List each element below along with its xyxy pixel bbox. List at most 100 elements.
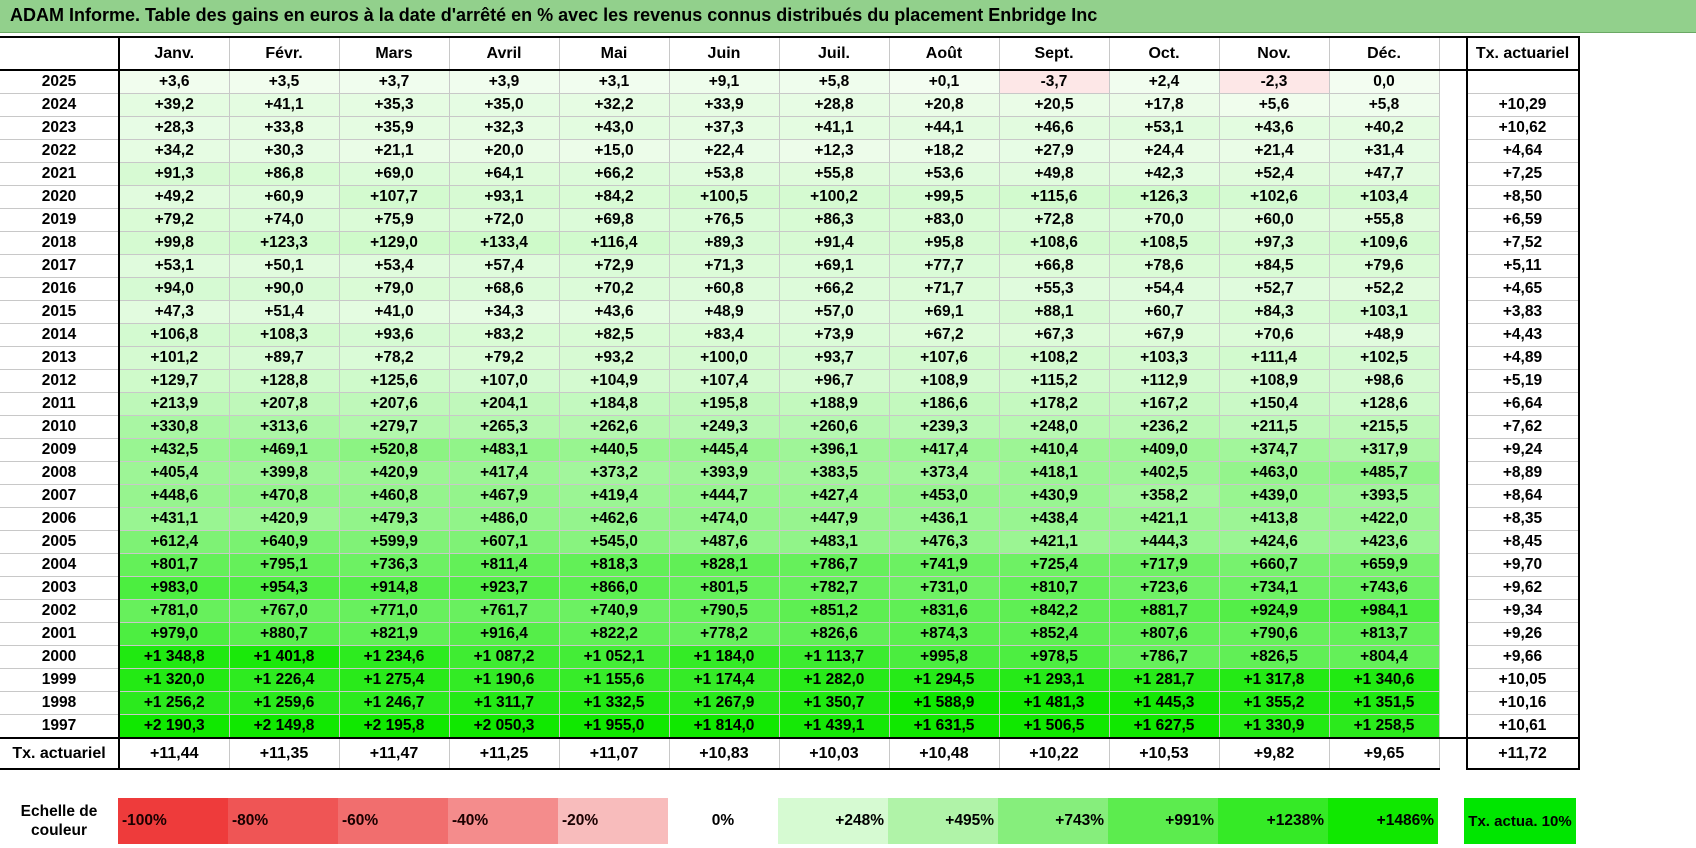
color-scale-swatch: +495% [888,798,998,844]
month-header: Déc. [1328,36,1440,71]
table-row: 2018 +99,8 +123,3 +129,0 +133,4 +116,4 +89,3 +9… [0,231,1580,255]
gain-cell: +1 113,7 [778,645,890,669]
gain-cell: +66,2 [778,277,890,301]
gain-cell: +93,7 [778,346,890,370]
gain-cell: +786,7 [1108,645,1220,669]
table-row: 2012 +129,7 +128,8 +125,6 +107,0 +104,9 +107,4… [0,369,1580,393]
gain-cell: +1 281,7 [1108,668,1220,692]
gain-cell: +736,3 [338,553,450,577]
table-row: 2009 +432,5 +469,1 +520,8 +483,1 +440,5 +445,4… [0,438,1580,462]
gain-cell: +43,6 [558,300,670,324]
color-scale-swatch: -20% [558,798,668,844]
year-label: 2011 [0,392,120,416]
gain-cell: +28,8 [778,93,890,117]
report-title: ADAM Informe. Table des gains en euros à… [10,5,1098,25]
tx-actuariel-value: +7,52 [1465,231,1580,255]
gain-cell: +108,5 [1108,231,1220,255]
gain-cell: +69,0 [338,162,450,186]
tx-actuariel-value: +7,62 [1465,415,1580,439]
gain-cell: +184,8 [558,392,670,416]
gain-cell: +279,7 [338,415,450,439]
gain-cell: +1 348,8 [118,645,230,669]
year-label: 2007 [0,484,120,508]
gain-cell: +393,5 [1328,484,1440,508]
spacer [1439,507,1467,531]
gain-cell: +100,0 [668,346,780,370]
color-scale-label: Echelle de couleur [20,803,98,839]
spacer [1439,277,1467,301]
gain-cell: +64,1 [448,162,560,186]
gain-cell: +128,8 [228,369,340,393]
gain-cell: +1 481,3 [998,691,1110,715]
gain-cell: +487,6 [668,530,780,554]
table-row: 2014 +106,8 +108,3 +93,6 +83,2 +82,5 +83,4 +73,… [0,323,1580,347]
color-scale-row: Echelle de couleur -100% -80% -60% -40% -20% 0… [0,798,1576,844]
table-row: 2025 +3,6 +3,5 +3,7 +3,9 +3,1 +9,1 +5,8 +0,1 -3,7… [0,69,1580,94]
gain-cell: +1 275,4 [338,668,450,692]
gain-cell: +828,1 [668,553,780,577]
gain-cell: +47,3 [118,300,230,324]
spacer [1439,70,1467,94]
tx-actuariel-month: +11,35 [228,737,340,770]
gain-cell: +20,5 [998,93,1110,117]
gain-cell: +1 445,3 [1108,691,1220,715]
year-label: 2013 [0,346,120,370]
gain-cell: +49,2 [118,185,230,209]
gain-cell: +60,9 [228,185,340,209]
gain-cell: +207,6 [338,392,450,416]
gain-cell: +1 439,1 [778,714,890,739]
gain-cell: +41,1 [228,93,340,117]
tx-actuariel-month: +10,48 [888,737,1000,770]
gain-cell: +43,0 [558,116,670,140]
gain-cell: +101,2 [118,346,230,370]
gain-cell: +447,9 [778,507,890,531]
tx-actuariel-value: +9,24 [1465,438,1580,462]
gain-cell: +740,9 [558,599,670,623]
table-row: 2004 +801,7 +795,1 +736,3 +811,4 +818,3 +828,1… [0,553,1580,577]
gain-cell: +995,8 [888,645,1000,669]
gain-cell: +73,9 [778,323,890,347]
table-row: 2000 +1 348,8 +1 401,8 +1 234,6 +1 087,2 +1 0… [0,645,1580,669]
tx-actuariel-value: +3,83 [1465,300,1580,324]
gain-cell: +18,2 [888,139,1000,163]
gain-cell: +444,3 [1108,530,1220,554]
gain-cell: 0,0 [1328,69,1440,94]
month-header: Oct. [1108,36,1220,71]
month-header: Nov. [1218,36,1330,71]
gain-cell: +125,6 [338,369,450,393]
spacer [1439,714,1467,739]
gain-cell: +53,6 [888,162,1000,186]
gain-cell: +20,0 [448,139,560,163]
gain-cell: +41,1 [778,116,890,140]
gain-cell: +70,0 [1108,208,1220,232]
gain-cell: +102,5 [1328,346,1440,370]
tx-actuariel-month: +11,25 [448,737,560,770]
gain-cell: +1 190,6 [448,668,560,692]
gain-cell: +470,8 [228,484,340,508]
gain-cell: +2,4 [1108,69,1220,94]
tx-actuariel-value [1465,69,1580,94]
gain-cell: +826,5 [1218,645,1330,669]
gain-cell: +51,4 [228,300,340,324]
gain-cell: +70,2 [558,277,670,301]
gain-cell: +436,1 [888,507,1000,531]
tx-actuariel-value: +6,64 [1465,392,1580,416]
gain-cell: +463,0 [1218,461,1330,485]
gain-cell: +438,4 [998,507,1110,531]
gain-cell: +1 340,6 [1328,668,1440,692]
spacer [1439,576,1467,600]
gain-cell: +107,0 [448,369,560,393]
gain-cell: +419,4 [558,484,670,508]
year-label: 2005 [0,530,120,554]
gain-cell: +83,0 [888,208,1000,232]
gain-cell: +72,9 [558,254,670,278]
year-label: 1999 [0,668,120,692]
tx-actuariel-month: +11,47 [338,737,450,770]
gain-cell: +67,2 [888,323,1000,347]
gain-cell: +70,6 [1218,323,1330,347]
gain-cell: +27,9 [998,139,1110,163]
tx-actuariel-header: Tx. actuariel [1465,36,1580,71]
gain-cell: +811,4 [448,553,560,577]
spacer [1439,691,1467,715]
gain-cell: +249,3 [668,415,780,439]
